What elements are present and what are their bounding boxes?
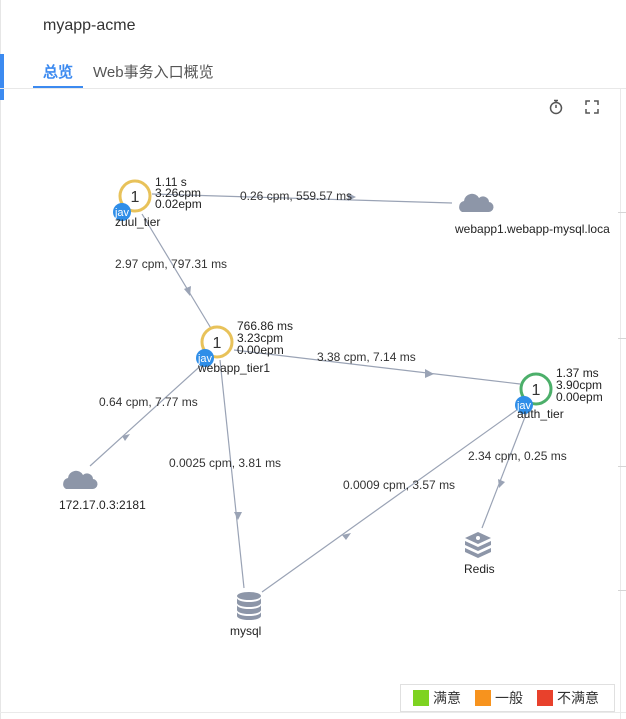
edge-auth-to-redis[interactable] [481,403,531,529]
database-icon [237,592,261,620]
service-name: Redis [464,562,495,576]
edge-label: 0.0009 cpm, 3.57 ms [343,478,455,492]
redis-icon [465,532,491,558]
edge-arrowhead [184,286,191,296]
legend-item-tolerating: 一般 [475,688,523,708]
edge-webapp-to-zookeeper[interactable] [89,359,208,467]
tier-node-auth[interactable]: 1 jav 1.37 ms 3.90cpm 0.00epm auth_tier [515,366,603,421]
edge-label: 3.38 cpm, 7.14 ms [317,350,416,364]
edge-label: 2.97 cpm, 797.31 ms [115,257,227,271]
edge-zuul-to-webapp[interactable] [141,213,213,331]
legend-swatch [475,690,491,706]
graph-edges [89,193,531,593]
edge-label: 0.26 cpm, 559.57 ms [240,189,352,203]
external-service-node[interactable]: 172.17.0.3:2181 [59,470,146,512]
edge-webapp-to-mysql[interactable] [219,359,245,589]
redis-node[interactable]: Redis [464,532,495,576]
tier-name: auth_tier [517,407,564,421]
edge-label: 0.0025 cpm, 3.81 ms [169,456,281,470]
tier-count: 1 [532,382,541,399]
database-node[interactable]: mysql [230,592,261,638]
legend-item-satisfied: 满意 [413,688,461,708]
service-name: 172.17.0.3:2181 [59,498,146,512]
external-service-node[interactable]: webapp1.webapp-mysql.loca [454,193,610,236]
tier-name: zuul_tier [115,215,160,229]
legend-item-frustrated: 不满意 [537,688,599,708]
edge-label: 2.34 cpm, 0.25 ms [468,449,567,463]
legend-label: 满意 [433,690,461,706]
legend-label: 不满意 [557,690,599,706]
tier-node-zuul[interactable]: 1 jav 1.11 s 3.26cpm 0.02epm zuul_tier [113,175,202,229]
edge-arrowhead [425,369,434,378]
service-name: webapp1.webapp-mysql.loca [454,222,610,236]
topology-graph: 0.26 cpm, 559.57 ms 2.97 cpm, 797.31 ms … [59,175,610,638]
tier-name: webapp_tier1 [197,361,270,375]
tier-count: 1 [131,189,140,206]
legend-swatch [413,690,429,706]
edge-arrowhead [122,434,130,441]
cloud-icon [459,193,494,213]
edge-label: 0.64 cpm, 7.77 ms [99,395,198,409]
status-legend: 满意 一般 不满意 [400,684,615,712]
edge-arrowhead [498,479,505,488]
tier-metric-epm: 0.00epm [556,390,603,404]
service-name: mysql [230,624,261,638]
legend-label: 一般 [495,690,523,706]
tier-node-webapp[interactable]: 1 jav 766.86 ms 3.23cpm 0.00epm webapp_t… [196,319,293,375]
tier-metric-epm: 0.02epm [155,197,202,211]
cloud-icon [63,470,98,490]
tier-count: 1 [213,335,222,352]
edge-arrowhead [234,512,242,520]
tier-metric-epm: 0.00epm [237,343,284,357]
legend-swatch [537,690,553,706]
